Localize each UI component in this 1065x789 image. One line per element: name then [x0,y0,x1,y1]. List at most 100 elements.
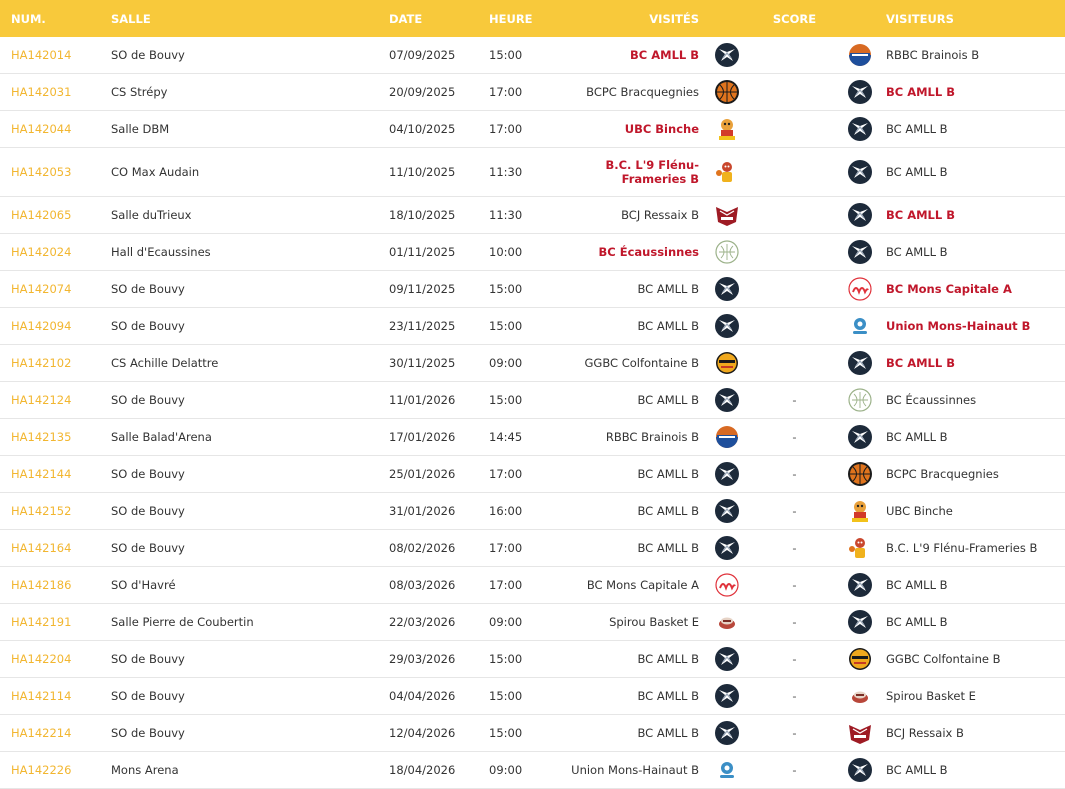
away-team-name[interactable]: BC AMLL B [886,578,948,592]
date-cell: 20/09/2025 [389,73,489,111]
home-team-name[interactable]: BC AMLL B [637,467,699,481]
away-team-cell: BC AMLL B [886,344,1065,382]
home-team-name[interactable]: B.C. L'9 Flénu-Frameries B [599,158,699,186]
home-team-cell: RBBC Brainois B [569,418,699,456]
header-score[interactable]: SCORE [755,0,834,37]
home-team-name[interactable]: Spirou Basket E [609,615,699,629]
time-cell: 15:00 [489,381,569,419]
match-number-link[interactable]: HA142102 [0,344,111,382]
header-date[interactable]: DATE [389,0,489,37]
home-team-name[interactable]: BC AMLL B [637,319,699,333]
away-team-name[interactable]: BC AMLL B [886,245,948,259]
away-team-name[interactable]: BC AMLL B [886,122,948,136]
match-number-link[interactable]: HA142031 [0,73,111,111]
match-number-link[interactable]: HA142214 [0,714,111,752]
home-team-cell: BC AMLL B [569,37,699,74]
home-team-name[interactable]: GGBC Colfontaine B [585,356,700,370]
home-team-logo [714,757,740,783]
away-team-name[interactable]: BC AMLL B [886,165,948,179]
home-team-name[interactable]: BC AMLL B [630,48,699,62]
match-number-link[interactable]: HA142074 [0,270,111,308]
home-logo-cell [699,677,755,715]
score-cell [755,270,834,308]
home-team-name[interactable]: RBBC Brainois B [606,430,699,444]
match-number-link[interactable]: HA142044 [0,110,111,148]
venue-cell: CS Strépy [111,73,389,111]
away-team-cell: BC AMLL B [886,751,1065,789]
match-number-link[interactable]: HA142135 [0,418,111,456]
away-team-cell: BCJ Ressaix B [886,714,1065,752]
away-team-name[interactable]: BC AMLL B [886,430,948,444]
home-team-name[interactable]: BC AMLL B [637,652,699,666]
away-team-name[interactable]: BCPC Bracquegnies [886,467,999,481]
table-row: HA142074 SO de Bouvy 09/11/2025 15:00 BC… [0,270,1065,308]
table-row: HA142226 Mons Arena 18/04/2026 09:00 Uni… [0,751,1065,789]
away-team-name[interactable]: BCJ Ressaix B [886,726,964,740]
table-row: HA142065 Salle duTrieux 18/10/2025 11:30… [0,196,1065,234]
venue-cell: SO d'Havré [111,566,389,604]
home-team-name[interactable]: BC AMLL B [637,393,699,407]
match-number-link[interactable]: HA142204 [0,640,111,678]
home-team-name[interactable]: BC AMLL B [637,726,699,740]
away-team-logo [847,572,873,598]
header-visiteurs[interactable]: VISITEURS [886,0,1065,37]
away-team-name[interactable]: BC AMLL B [886,615,948,629]
away-team-name[interactable]: UBC Binche [886,504,953,518]
header-visites[interactable]: VISITÉS [569,0,699,37]
home-team-name[interactable]: BCJ Ressaix B [621,208,699,222]
header-salle[interactable]: SALLE [111,0,389,37]
match-number-link[interactable]: HA142152 [0,492,111,530]
away-logo-cell [834,73,886,111]
match-number-link[interactable]: HA142191 [0,603,111,641]
match-number-link[interactable]: HA142014 [0,37,111,74]
time-cell: 17:00 [489,73,569,111]
home-team-name[interactable]: BC Écaussinnes [599,245,699,259]
venue-cell: SO de Bouvy [111,37,389,74]
away-team-name[interactable]: RBBC Brainois B [886,48,979,62]
match-number-link[interactable]: HA142053 [0,147,111,197]
away-team-logo [847,609,873,635]
match-number-link[interactable]: HA142124 [0,381,111,419]
header-num[interactable]: NUM. [0,0,111,37]
away-logo-cell [834,233,886,271]
match-number-link[interactable]: HA142186 [0,566,111,604]
match-number-link[interactable]: HA142094 [0,307,111,345]
table-row: HA142044 Salle DBM 04/10/2025 17:00 UBC … [0,110,1065,148]
date-cell: 18/04/2026 [389,751,489,789]
home-team-name[interactable]: BC AMLL B [637,504,699,518]
home-team-cell: BC AMLL B [569,381,699,419]
home-team-logo [714,159,740,185]
away-team-name[interactable]: BC AMLL B [886,356,955,370]
home-team-name[interactable]: BC AMLL B [637,541,699,555]
match-number-link[interactable]: HA142114 [0,677,111,715]
header-heure[interactable]: HEURE [489,0,569,37]
away-team-name[interactable]: B.C. L'9 Flénu-Frameries B [886,541,1037,555]
home-team-name[interactable]: BC AMLL B [637,282,699,296]
match-number-link[interactable]: HA142226 [0,751,111,789]
away-team-name[interactable]: Union Mons-Hainaut B [886,319,1030,333]
match-number-link[interactable]: HA142164 [0,529,111,567]
home-team-logo [714,202,740,228]
home-team-logo [714,609,740,635]
away-team-name[interactable]: BC Mons Capitale A [886,282,1012,296]
date-cell: 29/03/2026 [389,640,489,678]
match-number-link[interactable]: HA142144 [0,455,111,493]
home-team-name[interactable]: UBC Binche [625,122,699,136]
home-logo-cell [699,640,755,678]
away-team-name[interactable]: BC AMLL B [886,208,955,222]
match-number-link[interactable]: HA142024 [0,233,111,271]
home-team-name[interactable]: Union Mons-Hainaut B [571,763,699,777]
away-team-name[interactable]: BC AMLL B [886,763,948,777]
match-number-link[interactable]: HA142065 [0,196,111,234]
away-team-name[interactable]: GGBC Colfontaine B [886,652,1001,666]
home-team-name[interactable]: BCPC Bracquegnies [586,85,699,99]
away-team-name[interactable]: BC Écaussinnes [886,393,976,407]
home-team-name[interactable]: BC Mons Capitale A [587,578,699,592]
away-team-name[interactable]: BC AMLL B [886,85,955,99]
venue-cell: Salle DBM [111,110,389,148]
table-row: HA142124 SO de Bouvy 11/01/2026 15:00 BC… [0,381,1065,419]
home-team-logo [714,720,740,746]
home-team-name[interactable]: BC AMLL B [637,689,699,703]
away-team-name[interactable]: Spirou Basket E [886,689,976,703]
home-logo-cell [699,270,755,308]
